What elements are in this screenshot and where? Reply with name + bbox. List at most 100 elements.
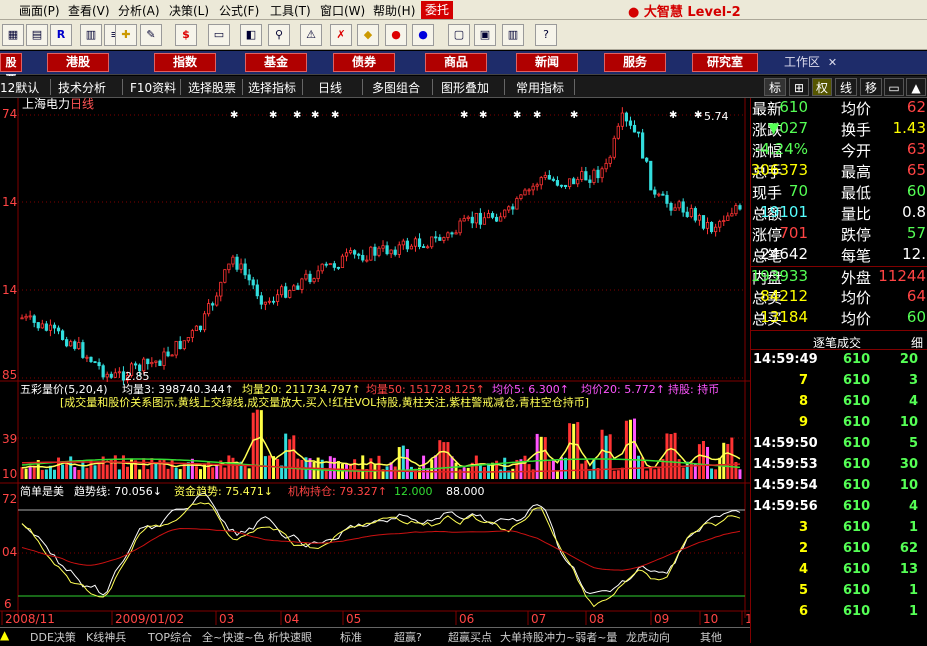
dollar-icon[interactable]: $ [175,24,197,46]
nav-bond[interactable]: 债券 [333,53,395,72]
close-icon[interactable]: ✕ [828,56,837,69]
tab-select-stock[interactable]: 选择股票 [188,79,236,96]
menu-item-tools[interactable]: 工具(T) [270,2,311,19]
volume-bar [251,412,255,479]
rsi-icon[interactable]: R [50,24,72,46]
candle-body [624,112,628,122]
nav-research[interactable]: 研究室 [692,53,758,72]
chart-svg[interactable]: ✱ ✱ ✱ ✱ ✱ ✱ ✱ ✱ ✱ ✱ ✱ ✱ 上海电力 日线 74 14 14 85 5.74 2.… [0,96,760,643]
quote-label: 最新 [752,100,783,118]
menu-item-decision[interactable]: 决策(L) [169,2,209,19]
right-tabs: 标 ⊞ 权 线 移 ▭ ▲ [762,76,927,98]
category-nav: 股票 港股 指数 基金 债券 商品 新闻 服务 研究室 工作区 ✕ [0,51,927,86]
tab-mark[interactable]: 标 [764,78,786,96]
tick-volume: 1 [908,583,918,598]
vol-ma3: 均量3: 398740.344↑ [122,383,234,396]
blue-circle-icon[interactable]: ● [412,24,434,46]
chart-icon[interactable]: ▦ [2,24,24,46]
volume-bar [247,468,251,479]
candle-body [211,303,215,306]
volume-bar [105,464,109,479]
quote-label: 今开 [841,142,872,160]
tab-f10[interactable]: F10资料 [130,79,176,96]
compare-icon[interactable]: ◧ [240,24,262,46]
tab-default[interactable]: 12默认 [0,79,39,96]
menu-item-help[interactable]: 帮助(H) [373,2,415,19]
warning-icon[interactable]: ⚠ [300,24,322,46]
nav-index[interactable]: 指数 [154,53,216,72]
nav-service[interactable]: 服务 [604,53,666,72]
menu-item-formula[interactable]: 公式(F) [219,2,259,19]
add-icon[interactable]: ⊞ [789,78,809,96]
ruler-icon[interactable]: ✎ [140,24,162,46]
tick-time: 14:59:50 [753,436,818,451]
date-label: 04 [284,612,299,626]
help-cursor-icon[interactable]: ? [535,24,557,46]
nav-news[interactable]: 新闻 [516,53,578,72]
tab-daily[interactable]: 日线 [318,79,342,96]
nav-stocks[interactable]: 股票 [0,53,22,86]
candle-body [101,365,105,378]
candle-body [332,263,336,268]
table-icon[interactable]: ▥ [80,24,102,46]
tick-detail-tab[interactable]: 细 [911,334,923,351]
volume-bar [706,446,710,479]
crosshair-icon[interactable]: ✚ [115,24,137,46]
candle-body [632,124,637,133]
window-icon-small[interactable]: ▭ [884,78,904,96]
folder-icon[interactable]: ▢ [448,24,470,46]
f10-icon[interactable]: ▭ [208,24,230,46]
candle-body [389,249,393,255]
candle-body [450,232,454,235]
tab-technical[interactable]: 技术分析 [58,79,106,96]
menu-item-screen[interactable]: 画面(P) [19,2,60,19]
volume-bar [44,469,48,479]
books-icon[interactable]: ▥ [502,24,524,46]
tab-multi-chart[interactable]: 多图组合 [372,79,420,96]
tab-rights[interactable]: 权 [812,78,832,96]
search-icon[interactable]: ⚲ [268,24,290,46]
tick-row: 14:59:50 610 5 [751,436,927,457]
candle-body [584,171,588,181]
up-triangle-icon[interactable]: ▲ [0,628,9,642]
red-circle-icon[interactable]: ● [385,24,407,46]
candle-body [409,245,414,250]
weituo-button[interactable]: 委托 [421,1,453,19]
candle-body [361,254,365,261]
candle-body [641,132,645,159]
chart-area[interactable]: ✱ ✱ ✱ ✱ ✱ ✱ ✱ ✱ ✱ ✱ ✱ ✱ 上海电力 日线 74 14 14 85 5.74 2.… [0,96,760,643]
nav-fund[interactable]: 基金 [245,53,307,72]
workarea-dropdown[interactable]: 工作区 ✕ [784,53,837,70]
candle-body [288,290,292,298]
tab-line[interactable]: 线 [835,78,857,96]
candle-body [328,263,332,266]
tab-select-indicator[interactable]: 选择指标 [248,79,296,96]
tab-overlay[interactable]: 图形叠加 [441,79,489,96]
price-axis-label-bottom: 85 [2,368,17,382]
window-icon[interactable]: ▣ [474,24,496,46]
alert-icon[interactable]: ✗ [330,24,352,46]
up-arrow-icon[interactable]: ▲ [906,78,926,96]
diamond-icon[interactable]: ◆ [357,24,379,46]
nav-hk-stocks[interactable]: 港股 [47,53,109,72]
menu-item-window[interactable]: 窗口(W) [320,2,365,19]
tick-time: 14:59:54 [753,478,818,493]
menu-item-analysis[interactable]: 分析(A) [118,2,160,19]
candle-body [28,315,32,318]
volume-bar [633,418,637,479]
quote-value: 12. [902,245,926,263]
grid-icon[interactable]: ▤ [26,24,48,46]
volume-bar [231,457,235,479]
candle-body [77,342,81,349]
candle-body [405,240,409,250]
candle-body [255,284,259,297]
menu-item-view[interactable]: 查看(V) [68,2,110,19]
candle-body [580,171,584,180]
nav-commodity[interactable]: 商品 [425,53,487,72]
quote-row: 总笔 24642 每笔 12. [751,245,927,266]
candle-body [150,361,154,365]
tab-move[interactable]: 移 [860,78,882,96]
candle-body [353,250,357,255]
candle-body [166,351,170,357]
tab-common-indicators[interactable]: 常用指标 [516,79,564,96]
